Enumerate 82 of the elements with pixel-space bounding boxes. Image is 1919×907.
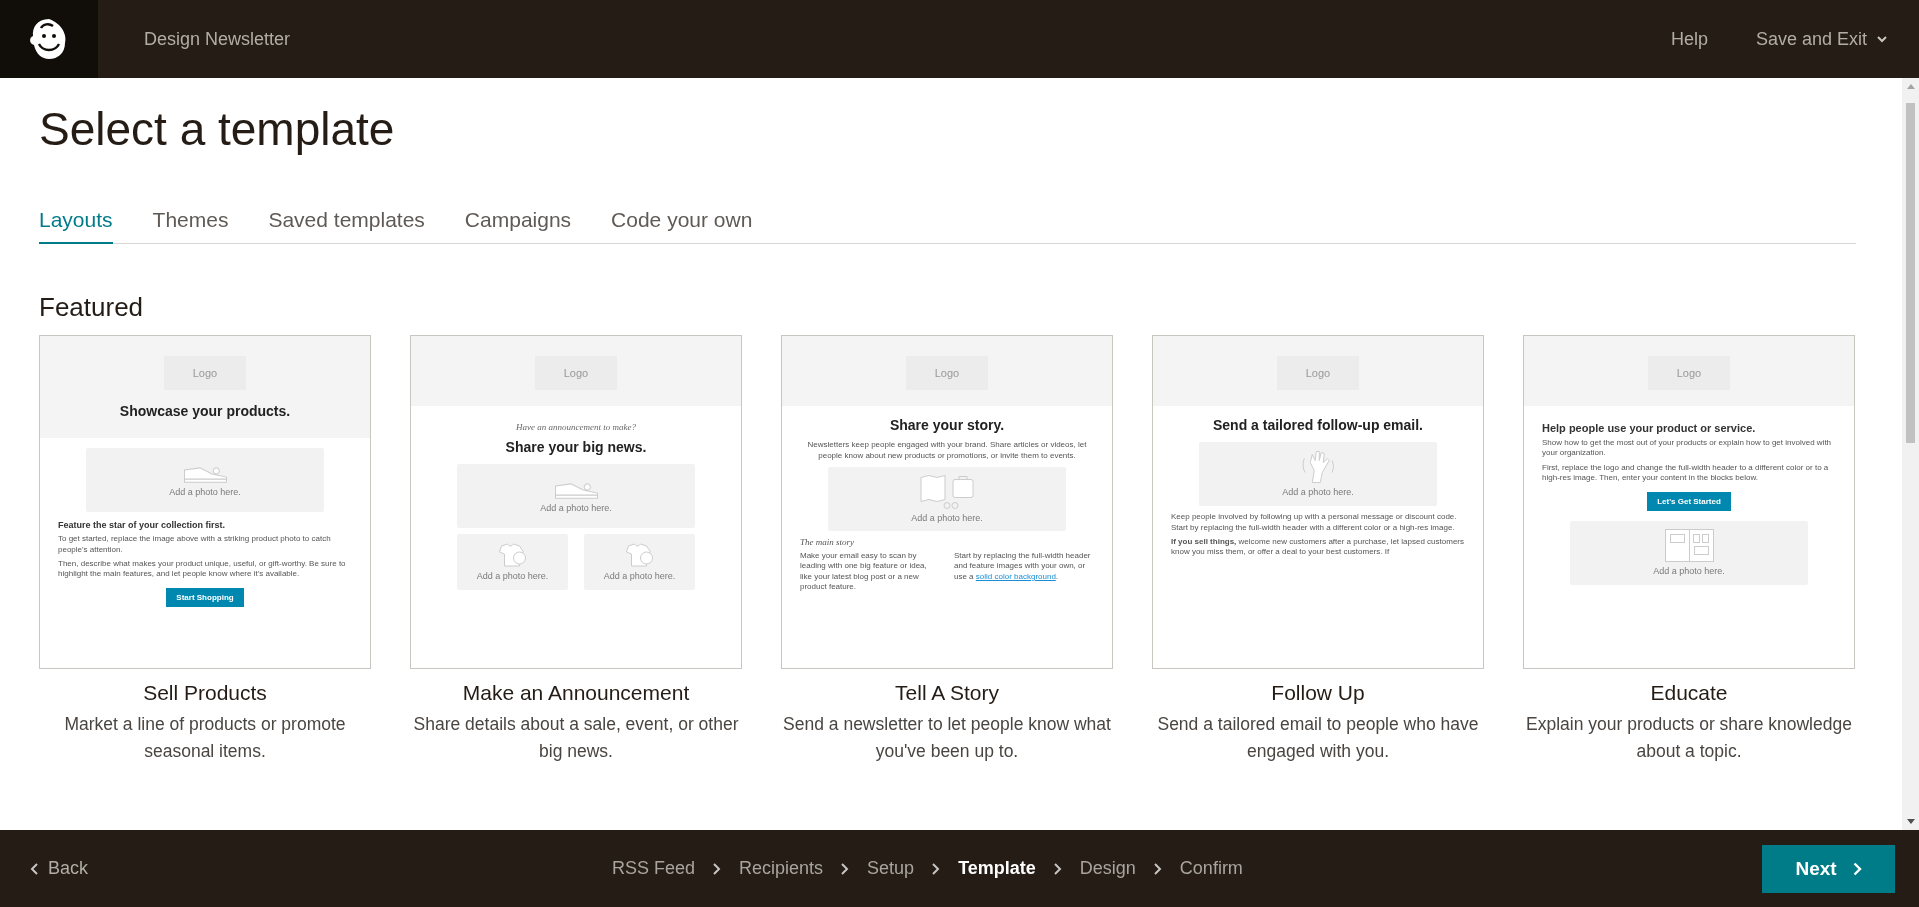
tab[interactable]: Themes [152, 208, 229, 244]
template-thumbnail[interactable] [1523, 335, 1855, 669]
template-description: Explain your products or share knowledge about a topic. [1525, 713, 1853, 764]
scrollbar-thumb[interactable] [1906, 103, 1915, 443]
photo-caption: Add a photo here. [169, 486, 241, 497]
logo-placeholder: Logo [1277, 356, 1359, 390]
chevron-right-icon [1053, 862, 1062, 875]
template-description: Share details about a sale, event, or other big news. [412, 713, 740, 764]
tab[interactable]: Layouts [39, 208, 113, 244]
map-and-suitcase-icon [920, 474, 974, 509]
chevron-right-icon [1153, 862, 1162, 875]
preview-heading: Send a tailored follow-up email. [1212, 416, 1424, 435]
t-shirt-icon [626, 543, 653, 568]
logo-placeholder: Logo [535, 356, 617, 390]
breadcrumb-step[interactable]: Template [958, 858, 1036, 879]
template-name: Sell Products [143, 681, 267, 705]
breadcrumb-step[interactable]: Setup [867, 858, 915, 879]
chevron-right-icon [841, 862, 850, 875]
preview-heading: Showcase your products. [119, 402, 291, 421]
breadcrumb-step[interactable]: Recipients [739, 858, 824, 879]
logo-placeholder: Logo [1648, 356, 1730, 390]
preview-paragraph: To get started, replace the image above with a striking product photo to catch people's attention. [58, 534, 332, 555]
preview-paragraph: Keep people involved by following up with a personal message or discount code. Start by replacing the full-width header with a different color or a high-res image. [1171, 512, 1458, 533]
preview-button: Let's Get Started [1647, 491, 1731, 511]
preview-paragraph: Then, describe what makes your product unique, useful, or gift-worthy. Be sure to highlight the main features, and let people know where it's available. [58, 558, 347, 580]
photo-caption: Add a photo here. [476, 571, 549, 582]
template-name: Tell A Story [895, 681, 999, 705]
logo-placeholder: Logo [906, 356, 988, 390]
preview-button: Start Shopping [166, 587, 244, 607]
chevron-left-icon [30, 862, 38, 875]
tab[interactable]: Code your own [611, 208, 753, 244]
campaign-name: Design Newsletter [144, 28, 291, 50]
preview-paragraph: Make your email easy to scan by leading with one big feature or idea, like your latest blog post or a new product feature. [800, 550, 928, 593]
preview-heading: Help people use your product or service. [1542, 422, 1757, 434]
scroll-up-icon[interactable] [1906, 84, 1915, 89]
template-description: Send a newsletter to let people know what you've been up to. [782, 713, 1112, 764]
next-button[interactable]: Next [1762, 844, 1895, 893]
breadcrumb-step[interactable]: Design [1079, 858, 1136, 879]
preview-link: solid color background [975, 571, 1056, 581]
photo-caption: Add a photo here. [603, 571, 676, 582]
help-link[interactable]: Help [1670, 28, 1708, 50]
preview-heading: Share your big news. [504, 438, 648, 457]
photo-caption: Add a photo here. [1282, 487, 1354, 498]
preview-subheading: Feature the star of your collection first. [58, 520, 227, 531]
template-thumbnail[interactable]: Logo Have an announcement to make? Share your big news. Add a photo here. Add a photo here. Add a photo here. [410, 335, 742, 669]
breadcrumb-step[interactable]: Confirm [1179, 858, 1243, 879]
logo-placeholder: Logo [164, 356, 246, 390]
preview-paragraph: Start by replacing the full-width header and feature images with your own, or use a solid color background. [954, 550, 1092, 583]
page-title: Select a template [39, 102, 396, 156]
preview-heading: Share your story. [888, 416, 1006, 435]
tab[interactable]: Campaigns [464, 208, 572, 244]
template-description: Market a line of products or promote seasonal items. [63, 713, 347, 764]
preview-paragraph: Show how to get the most out of your products or explain how to get involved with your organization. [1542, 438, 1833, 459]
preview-paragraph: Newsletters keep people engaged with your brand. Share articles or videos, let people know about new products or promotions, or invite them to events. [806, 440, 1088, 461]
scroll-down-icon[interactable] [1906, 819, 1915, 824]
chevron-right-icon [713, 862, 722, 875]
template-thumbnail[interactable] [1152, 335, 1484, 669]
photo-caption: Add a photo here. [911, 512, 983, 523]
tab[interactable]: Saved templates [268, 208, 425, 244]
preview-section-label: The main story [800, 536, 855, 547]
template-name: Follow Up [1271, 681, 1365, 705]
open-book-icon [1664, 529, 1714, 563]
template-name: Educate [1650, 681, 1728, 705]
preview-kicker: Have an announcement to make? [515, 422, 637, 432]
section-title: Featured [39, 292, 145, 323]
chevron-down-icon [1877, 35, 1887, 43]
scrollbar[interactable] [1902, 78, 1919, 830]
preview-paragraph: First, replace the logo and change the full-width header to a different color or to a high-res image. Then, enter your content in the blocks below. [1542, 462, 1830, 484]
t-shirt-icon [499, 543, 526, 568]
chevron-right-icon [932, 862, 941, 875]
breadcrumb-step[interactable]: RSS Feed [612, 858, 696, 879]
photo-caption: Add a photo here. [540, 502, 612, 513]
waving-hand-icon [1302, 451, 1334, 484]
template-name: Make an Announcement [462, 681, 690, 705]
preview-paragraph: If you sell things, welcome new customers after a purchase, let lapsed customers know you miss them, or offer a deal to your best customers. If [1171, 536, 1465, 558]
template-thumbnail[interactable] [39, 335, 371, 669]
template-description: Send a tailored email to people who have engaged with you. [1156, 713, 1480, 764]
save-and-exit-menu[interactable]: Save and Exit [1755, 28, 1887, 50]
chevron-right-icon [1852, 861, 1862, 876]
photo-caption: Add a photo here. [1653, 566, 1725, 577]
template-thumbnail[interactable] [781, 335, 1113, 669]
back-button[interactable]: Back [30, 858, 89, 879]
